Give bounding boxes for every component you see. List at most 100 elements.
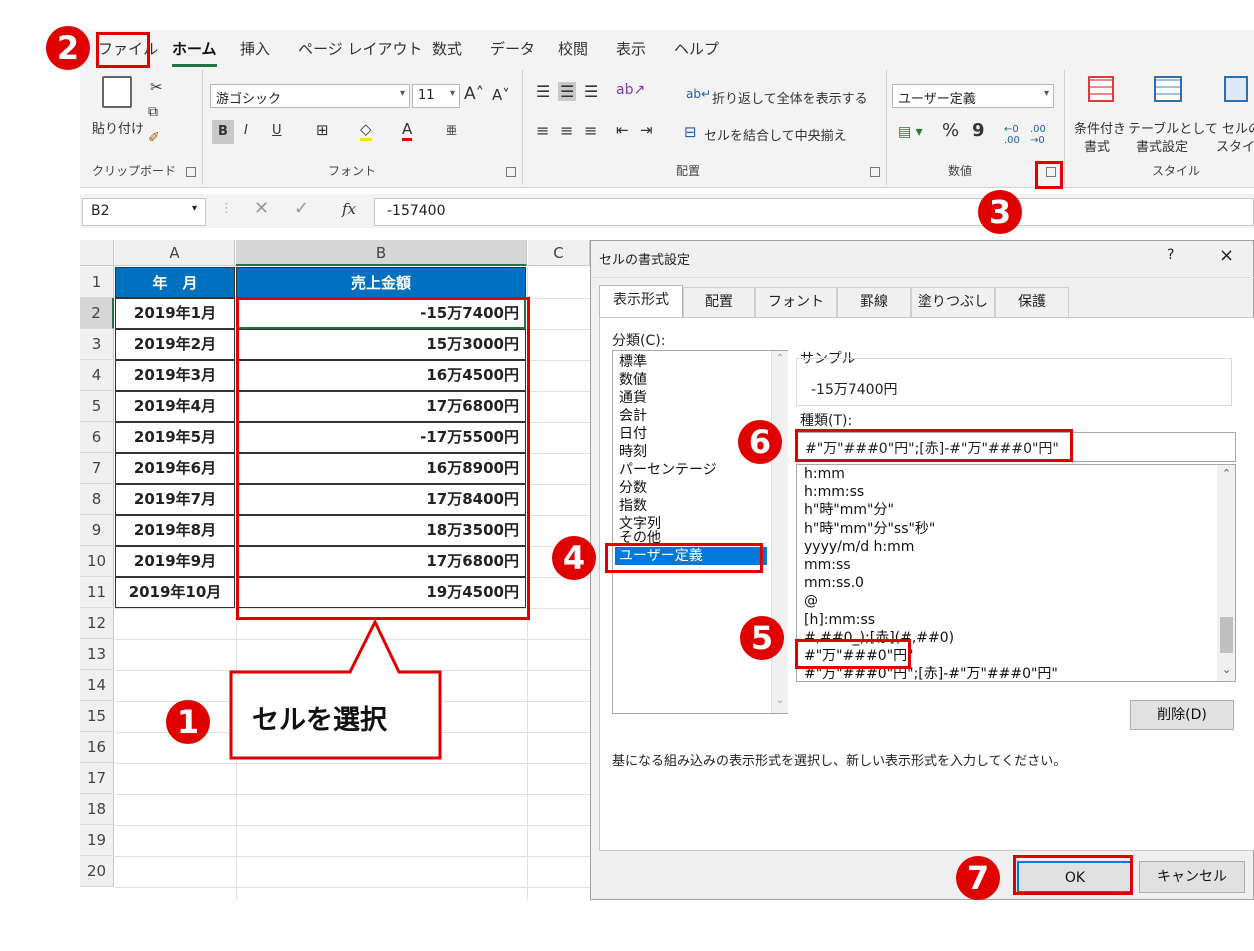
type-list-item[interactable]: #"万"###0"円";[赤]-#"万"###0"円" <box>804 665 1058 681</box>
font-size-dropdown[interactable]: 11 ▾ <box>412 84 460 108</box>
phonetic-icon[interactable]: 亜 <box>446 122 457 138</box>
cell-styles-icon[interactable] <box>1224 76 1248 102</box>
format-as-table-button[interactable]: テーブルとして <box>1128 118 1218 137</box>
decrease-decimal-icon[interactable]: .00 →0 <box>1030 124 1046 146</box>
insert-function-button[interactable]: fx <box>342 200 356 218</box>
copy-icon[interactable]: ⧉ <box>148 104 158 120</box>
row-header[interactable]: 12 <box>80 608 114 639</box>
row-header[interactable]: 1 <box>80 267 114 298</box>
cell-year-month[interactable]: 2019年5月 <box>115 422 235 453</box>
cell-year-month[interactable]: 2019年10月 <box>115 577 235 608</box>
enter-icon[interactable]: ✓ <box>294 198 309 219</box>
scrollbar-thumb[interactable] <box>1220 617 1233 653</box>
cell-sales-amount[interactable]: 17万6800円 <box>236 391 526 422</box>
cell-sales-amount[interactable]: 17万6800円 <box>236 546 526 577</box>
chevron-up-icon[interactable]: ⌃ <box>776 353 784 364</box>
tab-insert[interactable]: 挿入 <box>240 38 270 59</box>
row-header[interactable]: 20 <box>80 856 114 887</box>
type-list-item[interactable]: h"時"mm"分" <box>804 501 894 519</box>
category-item[interactable]: 標準 <box>619 353 647 371</box>
cell-styles-button[interactable]: セルの <box>1222 118 1254 137</box>
fill-color-icon[interactable]: ◇ <box>360 120 372 141</box>
cell-sales-amount[interactable]: 18万3500円 <box>236 515 526 546</box>
category-item[interactable]: ユーザー定義 <box>615 547 767 565</box>
align-left-icon[interactable]: ≡ <box>536 121 549 140</box>
tab-view[interactable]: 表示 <box>616 38 646 59</box>
tab-alignment[interactable]: 配置 <box>683 287 755 317</box>
cell-sales-amount[interactable]: 15万3000円 <box>236 329 526 360</box>
align-center-icon[interactable]: ≡ <box>560 121 573 140</box>
type-list-item[interactable]: h:mm:ss <box>804 483 864 501</box>
cell-year-month[interactable]: 2019年2月 <box>115 329 235 360</box>
header-cell-year-month[interactable]: 年 月 <box>115 267 235 298</box>
tab-font[interactable]: フォント <box>755 287 837 317</box>
decrease-font-icon[interactable]: A˅ <box>492 86 510 104</box>
column-header-a[interactable]: A <box>115 240 235 266</box>
row-header[interactable]: 6 <box>80 422 114 453</box>
row-header[interactable]: 18 <box>80 794 114 825</box>
clipboard-launcher-icon[interactable] <box>186 167 196 177</box>
category-item[interactable]: 数値 <box>619 371 647 389</box>
header-cell-sales[interactable]: 売上金額 <box>236 267 526 298</box>
border-icon[interactable]: ⊞ <box>316 121 329 139</box>
orientation-icon[interactable]: ab↗ <box>616 82 645 98</box>
increase-decimal-icon[interactable]: ←0.00 <box>1004 124 1020 146</box>
decrease-indent-icon[interactable]: ⇤ <box>616 121 629 139</box>
name-box[interactable]: B2 ▾ <box>82 198 206 226</box>
cell-year-month[interactable]: 2019年3月 <box>115 360 235 391</box>
tab-review[interactable]: 校閲 <box>558 38 588 59</box>
bold-button[interactable]: B <box>212 120 234 144</box>
category-item[interactable]: 日付 <box>619 425 647 443</box>
type-list-item[interactable]: #,##0_);[赤](#,##0) <box>804 629 954 647</box>
row-header[interactable]: 11 <box>80 577 114 608</box>
close-button[interactable]: × <box>1219 245 1234 266</box>
font-name-dropdown[interactable]: 游ゴシック ▾ <box>210 84 410 108</box>
format-painter-icon[interactable]: ✐ <box>148 130 160 146</box>
category-item[interactable]: パーセンテージ <box>619 461 717 479</box>
wrap-text-button[interactable]: 折り返して全体を表示する <box>712 88 868 107</box>
row-header[interactable]: 4 <box>80 360 114 391</box>
type-list-item[interactable]: yyyy/m/d h:mm <box>804 538 914 556</box>
underline-button[interactable]: U <box>272 123 282 138</box>
category-item[interactable]: 時刻 <box>619 443 647 461</box>
row-header[interactable]: 17 <box>80 763 114 794</box>
align-bottom-icon[interactable]: ☰ <box>584 82 598 101</box>
tab-page-layout[interactable]: ページ レイアウト <box>298 38 422 59</box>
row-header[interactable]: 13 <box>80 639 114 670</box>
cell-sales-amount[interactable]: 17万8400円 <box>236 484 526 515</box>
currency-icon[interactable]: ▤ ▾ <box>898 124 923 140</box>
category-item[interactable]: 通貨 <box>619 389 647 407</box>
type-list-item[interactable]: #"万"###0"円" <box>804 647 914 665</box>
type-list-item[interactable]: mm:ss.0 <box>804 574 864 592</box>
category-item[interactable]: 分数 <box>619 479 647 497</box>
row-header[interactable]: 3 <box>80 329 114 360</box>
format-as-table-button-2[interactable]: 書式設定 <box>1136 136 1188 155</box>
category-scrollbar[interactable]: ⌃ ⌄ <box>771 351 788 713</box>
type-list-item[interactable]: h"時"mm"分"ss"秒" <box>804 520 935 538</box>
paste-icon[interactable] <box>102 76 132 108</box>
cell-year-month[interactable]: 2019年4月 <box>115 391 235 422</box>
row-header[interactable]: 10 <box>80 546 114 577</box>
format-as-table-icon[interactable] <box>1154 76 1182 102</box>
row-header[interactable]: 5 <box>80 391 114 422</box>
number-launcher-icon[interactable] <box>1046 167 1056 177</box>
ok-button[interactable]: OK <box>1017 861 1133 893</box>
formula-input[interactable]: -157400 <box>374 198 1254 226</box>
tab-home[interactable]: ホーム <box>172 38 217 67</box>
tab-fill[interactable]: 塗りつぶし <box>911 287 995 317</box>
tab-data[interactable]: データ <box>490 38 535 59</box>
cell-sales-amount[interactable]: -17万5500円 <box>236 422 526 453</box>
align-middle-icon[interactable]: ☰ <box>558 82 577 101</box>
type-list-item[interactable]: [h]:mm:ss <box>804 611 875 629</box>
row-header[interactable]: 15 <box>80 701 114 732</box>
conditional-format-icon[interactable] <box>1088 76 1114 102</box>
row-header[interactable]: 8 <box>80 484 114 515</box>
font-color-icon[interactable]: A <box>402 120 413 141</box>
type-list-item[interactable]: @ <box>804 592 818 610</box>
tab-file[interactable]: ファイル <box>98 38 158 59</box>
cell-sales-amount[interactable]: 16万8900円 <box>236 453 526 484</box>
conditional-format-button[interactable]: 条件付き <box>1074 118 1126 137</box>
number-format-dropdown[interactable]: ユーザー定義 ▾ <box>892 84 1054 108</box>
row-header[interactable]: 14 <box>80 670 114 701</box>
percent-button[interactable]: % <box>942 120 959 141</box>
